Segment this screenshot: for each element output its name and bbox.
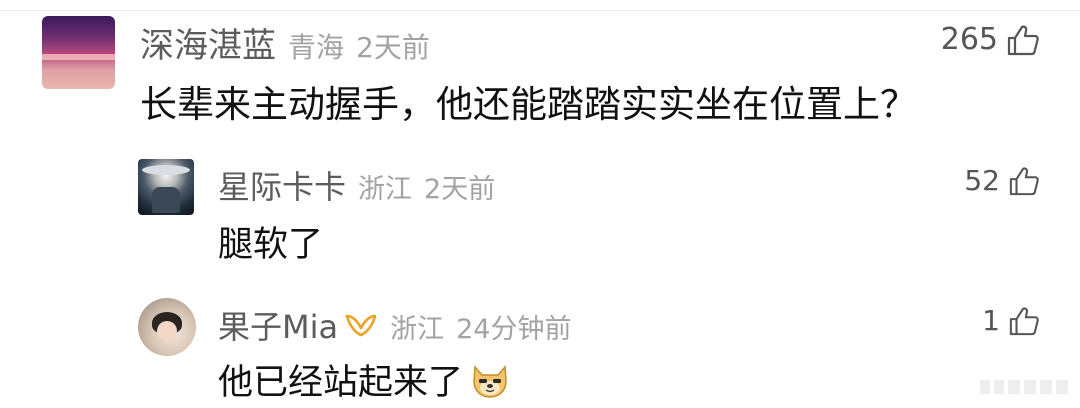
comment-text-body: 他已经站起来了 [218, 363, 464, 403]
comment-meta: 星际卡卡 浙江 2天前 [218, 162, 495, 208]
comment-text: 长辈来主动握手，他还能踏踏实实坐在位置上？ [140, 83, 917, 126]
comment-item: 星际卡卡 浙江 2天前 腿软了 52 [0, 150, 1080, 280]
timestamp: 2天前 [424, 174, 496, 205]
location-label: 浙江 [358, 174, 413, 205]
comment-item: 果子Mia 浙江 24分钟前 他已经站起来了 1 [0, 290, 1080, 406]
like-button[interactable]: 265 [941, 22, 1040, 57]
gold-ribbon-badge-icon [344, 312, 378, 343]
thumbs-up-icon [1006, 24, 1040, 56]
like-button[interactable]: 52 [964, 164, 1040, 197]
doge-emoji-icon [469, 361, 511, 399]
timestamp: 2天前 [356, 31, 430, 64]
like-count: 52 [964, 164, 1000, 197]
thumbs-up-icon [1008, 166, 1040, 196]
author-name[interactable]: 果子Mia [218, 302, 338, 348]
child-photo-avatar[interactable] [138, 298, 196, 356]
like-count: 1 [982, 304, 1000, 337]
location-label: 青海 [288, 31, 345, 64]
timestamp: 24分钟前 [456, 314, 572, 345]
comment-text: 腿软了 [218, 225, 324, 265]
sunset-sea-avatar[interactable] [42, 16, 115, 89]
watermark-graphic [978, 376, 1070, 398]
comment-meta: 深海湛蓝 青海 2天前 [140, 18, 430, 67]
comment-text: 他已经站起来了 [218, 354, 511, 405]
location-label: 浙江 [390, 314, 445, 345]
comment-item: 深海湛蓝 青海 2天前 长辈来主动握手，他还能踏踏实实坐在位置上？ 265 [0, 0, 1080, 140]
thumbs-up-icon [1008, 306, 1040, 336]
comment-meta: 果子Mia 浙江 24分钟前 [218, 302, 571, 348]
like-count: 265 [940, 22, 998, 57]
author-name[interactable]: 星际卡卡 [218, 162, 346, 208]
author-name[interactable]: 深海湛蓝 [140, 18, 276, 67]
swordsman-avatar[interactable] [138, 159, 194, 215]
like-button[interactable]: 1 [982, 304, 1040, 337]
